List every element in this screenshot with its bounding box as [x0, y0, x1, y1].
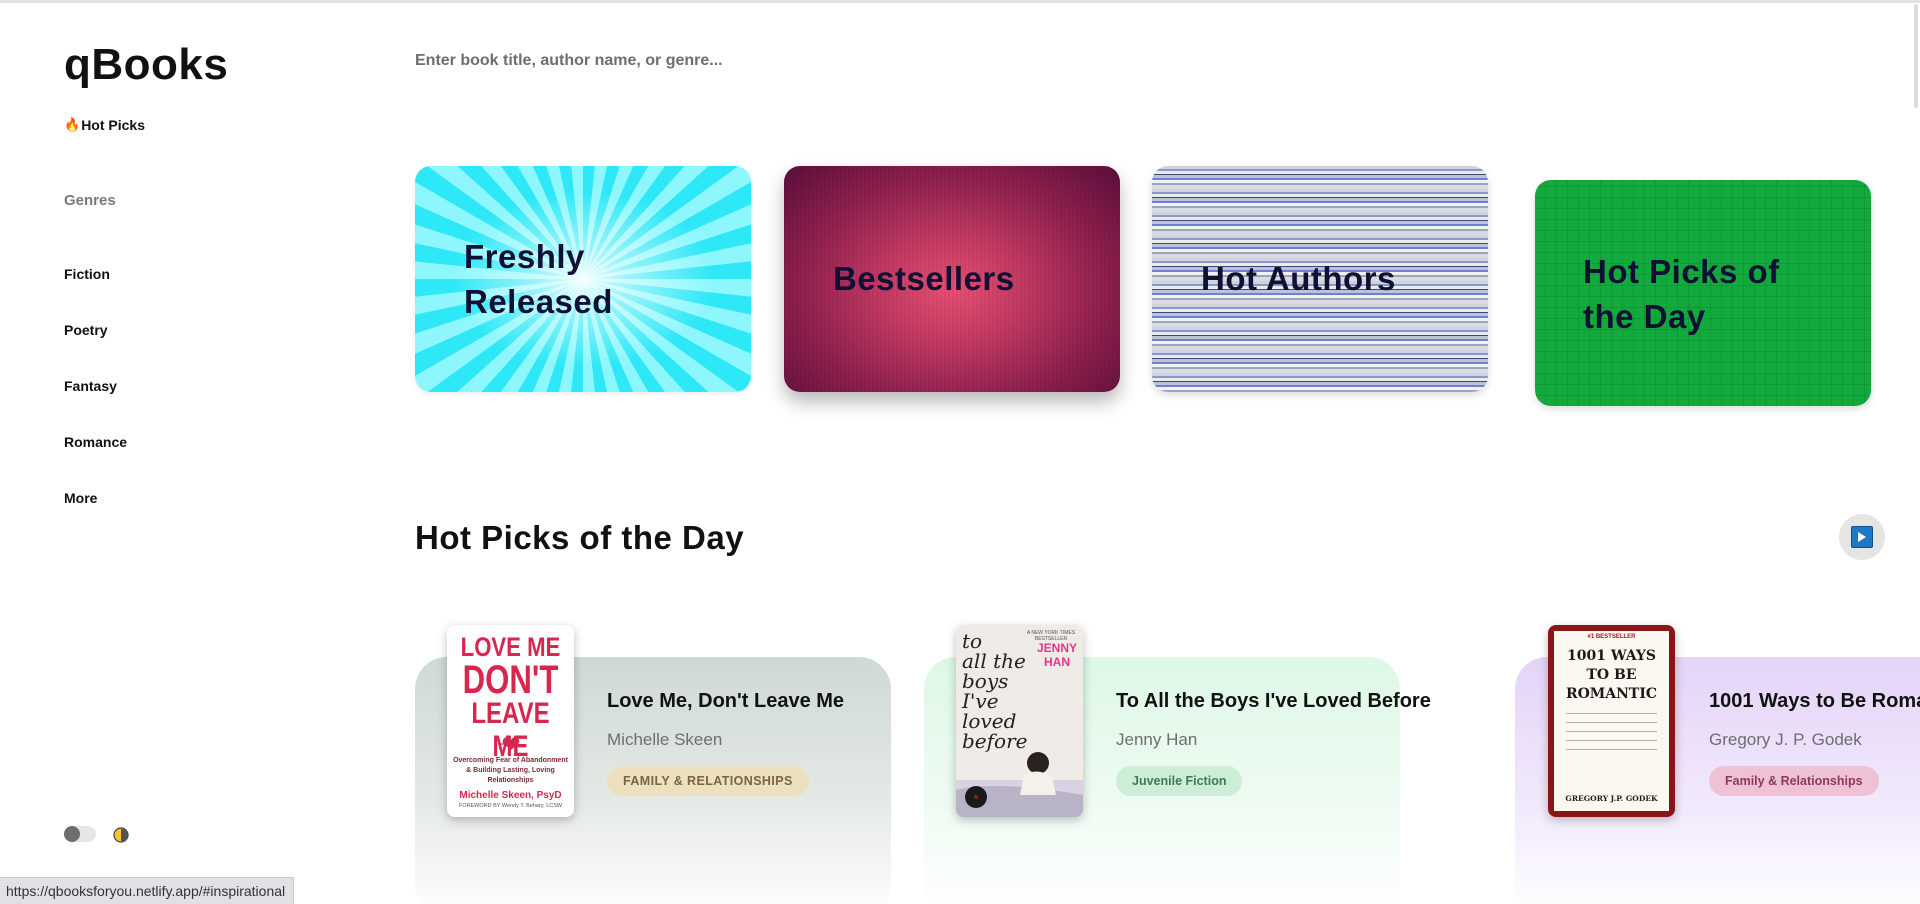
scrollbar-thumb[interactable]: [1914, 4, 1918, 108]
sidebar-item-hot-picks[interactable]: 🔥 Hot Picks: [64, 117, 145, 133]
heart-icon: [500, 737, 520, 750]
cover-script-line: to: [962, 629, 983, 653]
category-title-line: Released: [464, 283, 613, 320]
sidebar-item-more[interactable]: More: [64, 490, 97, 506]
search-input[interactable]: [415, 46, 1515, 76]
section-title: Hot Picks of the Day: [415, 519, 745, 556]
cover-illustration: N: [956, 752, 1083, 817]
sidebar-item-poetry[interactable]: Poetry: [64, 322, 108, 338]
category-card-bestsellers[interactable]: Bestsellers: [784, 166, 1120, 392]
top-border: [0, 0, 1920, 3]
cover-foreword: FOREWORD BY Wendy T. Behary, LCSW: [458, 803, 563, 809]
cover-title-line: LEAVE ME: [471, 697, 550, 763]
cover-author: GREGORY J.P. GODEK: [1565, 794, 1658, 803]
genre-tag[interactable]: FAMILY & RELATIONSHIPS: [607, 766, 809, 796]
book-cover[interactable]: LOVE ME DON'T LEAVE ME Overcoming Fear o…: [447, 625, 574, 817]
cover-subtitle: Overcoming Fear of Abandonment & Buildin…: [453, 757, 568, 784]
sidebar-item-label: Hot Picks: [81, 117, 145, 133]
category-card-hot-authors[interactable]: Hot Authors: [1152, 166, 1488, 392]
svg-text:N: N: [974, 795, 978, 801]
category-title-line: Freshly: [464, 238, 585, 275]
book-author: Jenny Han: [1116, 730, 1198, 749]
category-title: Hot Authors: [1201, 260, 1396, 297]
sidebar-item-romance[interactable]: Romance: [64, 434, 127, 450]
genre-tag[interactable]: Juvenile Fiction: [1116, 766, 1243, 796]
category-title-line: Hot Picks of: [1583, 253, 1780, 290]
cover-script-line: loved: [962, 709, 1017, 733]
book-title[interactable]: Love Me, Don't Leave Me: [607, 690, 844, 713]
cover-author: Michelle Skeen, PsyD: [459, 790, 562, 801]
book-title[interactable]: 1001 Ways to Be Romantic: [1709, 690, 1920, 713]
play-button[interactable]: [1839, 514, 1885, 560]
category-title-line: the Day: [1583, 298, 1706, 335]
cover-script-line: boys: [962, 669, 1009, 693]
category-card-freshly-released[interactable]: Freshly Released: [415, 166, 751, 392]
category-title: Bestsellers: [833, 260, 1015, 297]
toggle-icon[interactable]: [64, 826, 96, 842]
cover-title-line: 1001 WAYS: [1567, 648, 1656, 664]
book-author: Michelle Skeen: [607, 730, 723, 749]
cover-title-line: TO BE: [1586, 667, 1637, 683]
theme-mode-icon[interactable]: [113, 827, 129, 843]
sidebar-item-fiction[interactable]: Fiction: [64, 266, 110, 282]
app-logo[interactable]: qBooks: [64, 40, 228, 90]
cover-title-line: ROMANTIC: [1565, 686, 1658, 702]
cover-script-line: I've: [962, 689, 999, 713]
cover-banner: #1 BESTSELLER: [1587, 634, 1636, 640]
book-cover[interactable]: A NEW YORK TIMES BESTSELLER JENNY HAN to…: [956, 625, 1083, 817]
cover-author-line: HAN: [1043, 655, 1070, 669]
book-author: Gregory J. P. Godek: [1709, 730, 1862, 749]
genres-heading: Genres: [64, 192, 116, 209]
category-card-hot-picks[interactable]: Hot Picks of the Day: [1535, 180, 1871, 406]
play-icon: [1851, 526, 1873, 548]
cover-title-line: DON'T: [462, 658, 559, 702]
book-cover[interactable]: #1 BESTSELLER 1001 WAYS TO BE ROMANTIC G…: [1548, 625, 1675, 817]
fire-icon: 🔥: [64, 117, 81, 132]
cover-script-line: all the: [962, 649, 1026, 673]
cover-author-line: JENNY: [1036, 641, 1077, 655]
genre-tag[interactable]: Family & Relationships: [1709, 766, 1879, 796]
sidebar-item-fantasy[interactable]: Fantasy: [64, 378, 117, 394]
status-bar-url: https://qbooksforyou.netlify.app/#inspir…: [0, 877, 295, 904]
book-title[interactable]: To All the Boys I've Loved Before: [1116, 690, 1431, 713]
